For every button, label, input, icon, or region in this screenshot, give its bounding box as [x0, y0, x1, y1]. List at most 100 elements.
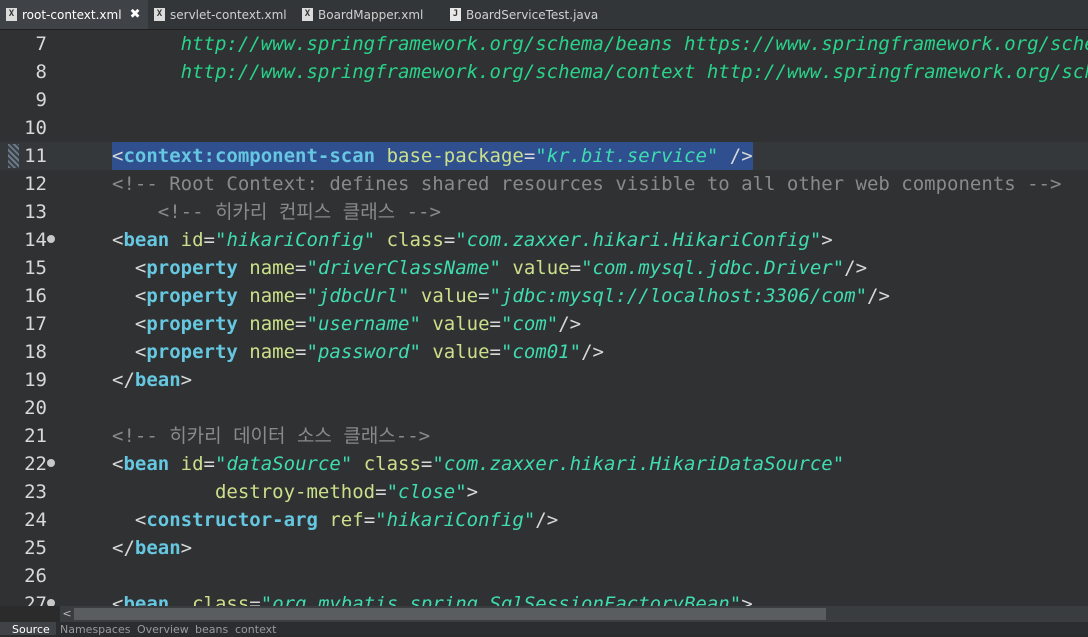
code-token: />: [844, 257, 868, 279]
code-token: "org.mybatis.spring.SqlSessionFactoryBea…: [260, 593, 742, 606]
code-line[interactable]: 26: [0, 562, 1088, 590]
code-text: destroy-method="close">: [112, 478, 478, 506]
fold-toggle-icon[interactable]: [47, 235, 55, 243]
code-line[interactable]: 17 <property name="username" value="com"…: [0, 310, 1088, 338]
code-token: =: [249, 593, 261, 606]
line-number: 12: [24, 173, 47, 195]
code-line[interactable]: 19 </bean>: [0, 366, 1088, 394]
tab-root-context-xml[interactable]: X root-context.xml ✖: [0, 0, 148, 29]
tab-boardservicetest-java[interactable]: J BoardServiceTest.java: [444, 0, 604, 29]
code-line[interactable]: 7 http://www.springframework.org/schema/…: [0, 30, 1088, 58]
line-number: 9: [35, 89, 47, 111]
code-token: <: [112, 229, 124, 251]
code-token: name: [237, 257, 296, 279]
code-token: "jdbcUrl": [306, 285, 410, 307]
code-token: ref: [317, 509, 364, 531]
code-line[interactable]: 9: [0, 86, 1088, 114]
code-token: bean: [123, 229, 170, 251]
code-token: id: [169, 453, 204, 475]
code-token: "driverClassName": [306, 257, 501, 279]
line-number: 20: [24, 397, 47, 419]
code-token: >: [466, 481, 479, 503]
tab-beans[interactable]: beans: [195, 622, 228, 636]
code-line[interactable]: 16 <property name="jdbcUrl" value="jdbc:…: [0, 282, 1088, 310]
code-token: name: [237, 313, 296, 335]
code-token: <!-- 히카리 컨피스 클래스 -->: [112, 201, 441, 223]
code-token: "password": [306, 341, 421, 363]
code-token: value: [420, 313, 490, 335]
code-text: </bean>: [112, 534, 192, 562]
tab-source[interactable]: Source: [0, 622, 56, 636]
code-line[interactable]: 14 <bean id="hikariConfig" class="com.zax…: [0, 226, 1088, 254]
code-text: <property name="driverClassName" value="…: [112, 254, 867, 282]
tab-label: BoardServiceTest.java: [466, 7, 599, 22]
close-icon[interactable]: ✖: [130, 7, 141, 22]
code-token: <: [112, 285, 147, 307]
code-token: =: [295, 313, 307, 335]
code-line[interactable]: 10: [0, 114, 1088, 142]
code-token: value: [500, 257, 570, 279]
code-token: <!-- 히카리 데이터 소스 클래스-->: [112, 425, 431, 447]
line-number: 27: [24, 593, 47, 606]
code-token: "username": [306, 313, 421, 335]
code-text: <constructor-arg ref="hikariConfig"/>: [112, 506, 558, 534]
code-token: =: [203, 453, 215, 475]
code-token: property: [146, 285, 238, 307]
code-token: <!-- Root Context: defines shared resour…: [112, 173, 1062, 195]
code-line[interactable]: 21 <!-- 히카리 데이터 소스 클래스-->: [0, 422, 1088, 450]
code-line[interactable]: 12 <!-- Root Context: defines shared reso…: [0, 170, 1088, 198]
line-number: 17: [24, 313, 47, 335]
code-text: <bean class="org.mybatis.spring.SqlSessi…: [112, 590, 753, 606]
scrollbar-thumb[interactable]: [74, 608, 826, 620]
horizontal-scrollbar[interactable]: <: [60, 606, 1088, 622]
line-number: 21: [24, 425, 47, 447]
code-line[interactable]: 15 <property name="driverClassName" valu…: [0, 254, 1088, 282]
code-line[interactable]: 11 <context:component-scan base-package="…: [0, 142, 1088, 170]
code-line[interactable]: 25 </bean>: [0, 534, 1088, 562]
code-line[interactable]: 27 <bean class="org.mybatis.spring.SqlSes…: [0, 590, 1088, 606]
tab-namespaces[interactable]: Namespaces: [60, 622, 130, 636]
line-number: 26: [24, 565, 47, 587]
java-file-icon: J: [450, 8, 461, 21]
fold-toggle-icon[interactable]: [47, 599, 55, 606]
code-line[interactable]: 20: [0, 394, 1088, 422]
code-editor[interactable]: 7 http://www.springframework.org/schema/…: [0, 30, 1088, 606]
code-token: "com": [500, 313, 559, 335]
code-token: property: [146, 257, 238, 279]
code-token: =: [295, 285, 307, 307]
code-line[interactable]: 8 http://www.springframework.org/schema/…: [0, 58, 1088, 86]
code-token: />: [867, 285, 890, 307]
editor-tab-bar: X root-context.xml ✖ X servlet-context.x…: [0, 0, 1088, 30]
fold-toggle-icon[interactable]: [47, 459, 55, 467]
code-text: <bean id="hikariConfig" class="com.zaxxe…: [112, 226, 833, 254]
code-line[interactable]: 24 <constructor-arg ref="hikariConfig"/>: [0, 506, 1088, 534]
tab-context[interactable]: context: [235, 622, 276, 636]
code-line[interactable]: 18 <property name="password" value="com0…: [0, 338, 1088, 366]
line-number: 15: [24, 257, 47, 279]
code-token: />: [535, 509, 559, 531]
tab-servlet-context-xml[interactable]: X servlet-context.xml: [148, 0, 296, 29]
line-number: 7: [35, 33, 47, 55]
code-token: bean: [134, 369, 181, 391]
code-line[interactable]: 22 <bean id="dataSource" class="com.zaxxe…: [0, 450, 1088, 478]
code-line[interactable]: 23 destroy-method="close">: [0, 478, 1088, 506]
tab-overview[interactable]: Overview: [137, 622, 189, 636]
code-text: <bean id="dataSource" class="com.zaxxer.…: [112, 450, 844, 478]
code-token: </: [112, 369, 135, 391]
line-number: 18: [24, 341, 47, 363]
code-token: "com.zaxxer.hikari.HikariDataSource": [432, 453, 845, 475]
code-token: />: [581, 341, 604, 363]
code-token: "com01": [500, 341, 582, 363]
code-token: name: [237, 341, 296, 363]
scroll-left-icon[interactable]: <: [60, 606, 74, 622]
tab-label: BoardMapper.xml: [318, 7, 424, 22]
line-number: 23: [24, 481, 47, 503]
code-token: <: [112, 509, 147, 531]
code-token: "com.mysql.jdbc.Driver": [581, 257, 845, 279]
code-token: class: [352, 453, 421, 475]
code-line[interactable]: 13 <!-- 히카리 컨피스 클래스 -->: [0, 198, 1088, 226]
line-number: 14: [24, 229, 47, 251]
code-token: =: [363, 509, 376, 531]
xml-file-icon: X: [154, 8, 165, 21]
tab-boardmapper-xml[interactable]: X BoardMapper.xml: [296, 0, 444, 29]
